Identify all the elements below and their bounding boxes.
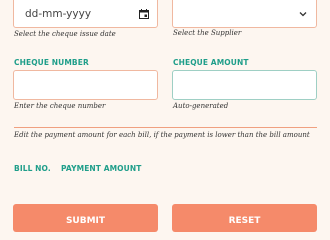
chevron-down-icon: [299, 12, 307, 17]
cheque-date-hint: Select the cheque issue date: [14, 30, 116, 38]
supplier-hint: Select the Supplier: [173, 29, 242, 37]
calendar-icon[interactable]: [139, 9, 149, 19]
cheque-date-input[interactable]: dd-mm-yyyy: [13, 0, 158, 28]
bill-no-column-header: BILL NO.: [14, 164, 51, 173]
cheque-amount-hint: Auto-generated: [173, 102, 229, 110]
payment-note: Edit the payment amount for each bill, i…: [14, 131, 310, 139]
cheque-date-value: dd-mm-yyyy: [25, 8, 92, 20]
cheque-number-input[interactable]: [13, 70, 158, 100]
supplier-select[interactable]: [172, 0, 317, 28]
submit-button[interactable]: SUBMIT: [13, 204, 158, 232]
cheque-number-label: CHEQUE NUMBER: [14, 58, 89, 67]
payment-amount-column-header: PAYMENT AMOUNT: [61, 164, 142, 173]
cheque-amount-input: [172, 70, 317, 100]
reset-button[interactable]: RESET: [172, 204, 317, 232]
section-divider: [14, 127, 317, 128]
cheque-amount-label: CHEQUE AMOUNT: [173, 58, 249, 67]
cheque-number-hint: Enter the cheque number: [14, 102, 106, 110]
